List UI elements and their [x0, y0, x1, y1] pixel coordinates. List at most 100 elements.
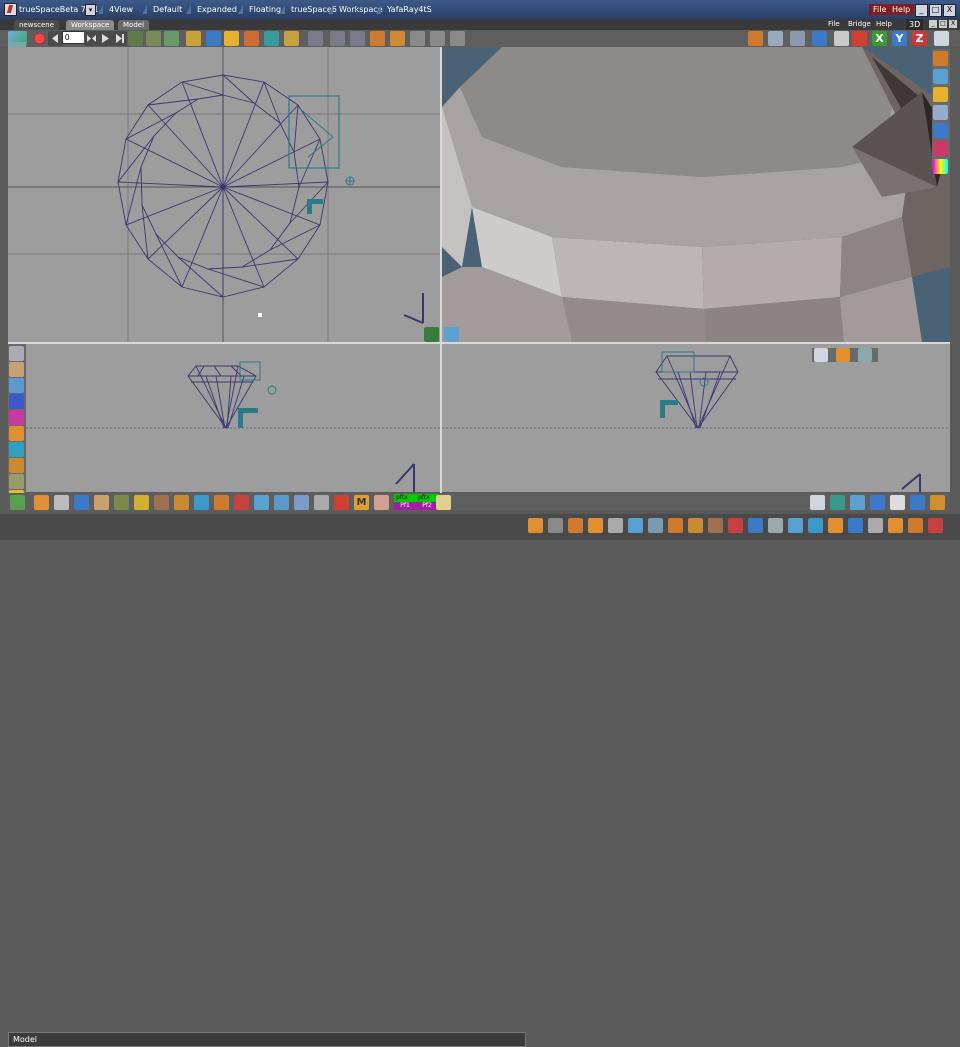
- y-axis-icon[interactable]: Y: [892, 31, 907, 46]
- minimize-button[interactable]: _: [915, 4, 928, 17]
- arrow-down-icon[interactable]: [450, 31, 465, 46]
- pftx-button-1[interactable]: pftx Pf1: [394, 494, 416, 510]
- next-frame-icon[interactable]: [112, 31, 127, 46]
- screen-icon[interactable]: [890, 495, 905, 510]
- axis-red-icon[interactable]: [852, 31, 867, 46]
- scale-icon[interactable]: [350, 31, 365, 46]
- paint-brush-icon[interactable]: [164, 31, 179, 46]
- snap-icon[interactable]: [390, 31, 405, 46]
- tool-10-icon[interactable]: [708, 518, 723, 533]
- link-icon[interactable]: [858, 348, 872, 362]
- list-icon[interactable]: [9, 346, 24, 361]
- close-button[interactable]: X: [943, 4, 956, 17]
- fill-icon[interactable]: [870, 495, 885, 510]
- rope-icon[interactable]: [9, 362, 24, 377]
- prev-frame-icon[interactable]: [48, 31, 63, 46]
- tube-icon[interactable]: [54, 495, 69, 510]
- cube-green-icon[interactable]: [830, 495, 845, 510]
- tool-19-icon[interactable]: [888, 518, 903, 533]
- viewport-perspective[interactable]: [442, 47, 950, 342]
- sphere-icon[interactable]: [933, 123, 948, 138]
- maximize-button-2[interactable]: □: [939, 20, 947, 28]
- tool-18-icon[interactable]: [868, 518, 883, 533]
- perspective-toggle-icon[interactable]: [444, 327, 459, 342]
- paint-icon[interactable]: [836, 348, 850, 362]
- cube-icon[interactable]: [206, 31, 221, 46]
- tweak-icon[interactable]: [370, 31, 385, 46]
- face-icon[interactable]: [374, 495, 389, 510]
- box-icon[interactable]: [174, 495, 189, 510]
- no-render-icon[interactable]: [933, 141, 948, 156]
- tool-9-icon[interactable]: [688, 518, 703, 533]
- viewport-top[interactable]: [8, 47, 440, 342]
- tool-21-icon[interactable]: [928, 518, 943, 533]
- minimize-button-2[interactable]: _: [929, 20, 937, 28]
- tool-5-icon[interactable]: [608, 518, 623, 533]
- objects-icon[interactable]: [9, 442, 24, 457]
- object-icon[interactable]: [748, 31, 763, 46]
- navigation-icon[interactable]: [934, 31, 949, 46]
- tool-14-icon[interactable]: [788, 518, 803, 533]
- z-axis-icon[interactable]: Z: [912, 31, 927, 46]
- stretch-icon[interactable]: [214, 495, 229, 510]
- tool-11-icon[interactable]: [728, 518, 743, 533]
- refresh-icon[interactable]: [10, 495, 25, 510]
- tab-default[interactable]: Default: [141, 3, 187, 16]
- paint-bucket-icon[interactable]: [436, 495, 451, 510]
- id-icon[interactable]: [933, 105, 948, 120]
- menu-bridge[interactable]: Bridge: [848, 20, 871, 28]
- tool-17-icon[interactable]: [848, 518, 863, 533]
- m-icon[interactable]: M: [354, 495, 369, 510]
- pointer-icon[interactable]: [810, 495, 825, 510]
- pyramid-icon[interactable]: [9, 394, 24, 409]
- light-icon[interactable]: [186, 31, 201, 46]
- tree-icon[interactable]: [94, 495, 109, 510]
- tab-model-view[interactable]: Model: [118, 20, 150, 30]
- viewport-icon[interactable]: [834, 31, 849, 46]
- rotate-icon[interactable]: [330, 31, 345, 46]
- viewport-side[interactable]: [442, 344, 950, 492]
- tool-3-icon[interactable]: [568, 518, 583, 533]
- undo-icon[interactable]: [910, 495, 925, 510]
- render-icon[interactable]: [264, 31, 279, 46]
- tool-15-icon[interactable]: [808, 518, 823, 533]
- pftx-button-2[interactable]: pftx Pf2: [416, 494, 438, 510]
- viewport-front[interactable]: [26, 344, 440, 492]
- tool-16-icon[interactable]: [828, 518, 843, 533]
- grid-plane-icon[interactable]: [850, 495, 865, 510]
- tool-8-icon[interactable]: [668, 518, 683, 533]
- water-icon[interactable]: [254, 495, 269, 510]
- tool-4-icon[interactable]: [588, 518, 603, 533]
- tool-20-icon[interactable]: [908, 518, 923, 533]
- gradient-icon[interactable]: [9, 410, 24, 425]
- lamp-icon[interactable]: [933, 87, 948, 102]
- grid-icon[interactable]: [790, 31, 805, 46]
- tool-2-icon[interactable]: [548, 518, 563, 533]
- object-tool-icon[interactable]: [933, 51, 948, 66]
- figure-icon[interactable]: [114, 495, 129, 510]
- x-axis-icon[interactable]: X: [872, 31, 887, 46]
- play-icon[interactable]: [98, 31, 113, 46]
- tab-4view[interactable]: 4View: [97, 3, 138, 16]
- close-button-2[interactable]: X: [949, 20, 957, 28]
- arrow-up-icon[interactable]: [430, 31, 445, 46]
- path-tool-icon[interactable]: [146, 31, 161, 46]
- disc-icon[interactable]: [34, 495, 49, 510]
- wrench-icon[interactable]: [9, 474, 24, 489]
- tab-workspace-view[interactable]: Workspace: [66, 20, 115, 30]
- move-icon[interactable]: [308, 31, 323, 46]
- tool-7-icon[interactable]: [648, 518, 663, 533]
- menu-help-2[interactable]: Help: [876, 20, 892, 28]
- tool-12-icon[interactable]: [748, 518, 763, 533]
- record-icon[interactable]: [32, 31, 47, 46]
- frame-field[interactable]: [62, 31, 86, 44]
- plane-icon[interactable]: [194, 495, 209, 510]
- select-icon[interactable]: [814, 348, 828, 362]
- camera-icon[interactable]: [933, 69, 948, 84]
- color-palette-icon[interactable]: [933, 159, 948, 174]
- shader-icon[interactable]: [244, 31, 259, 46]
- edit-icon[interactable]: [284, 31, 299, 46]
- mask-icon[interactable]: [768, 31, 783, 46]
- maximize-button[interactable]: □: [929, 4, 942, 17]
- arrow-tool-icon[interactable]: [314, 495, 329, 510]
